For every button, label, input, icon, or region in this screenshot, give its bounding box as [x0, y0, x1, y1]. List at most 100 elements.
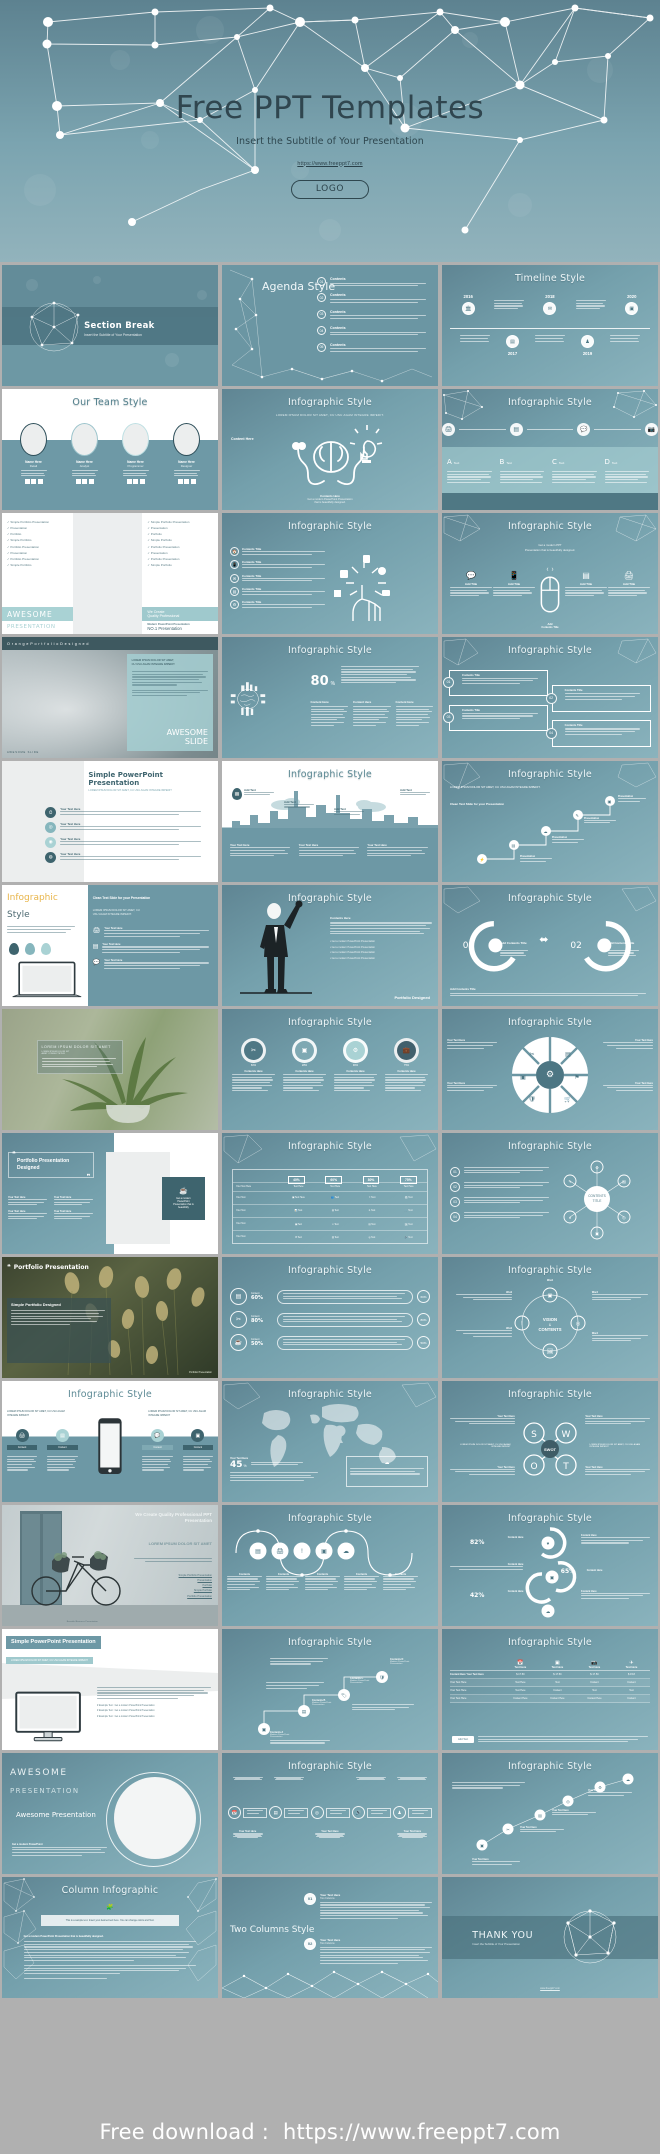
slide-title: Simple PowerPoint Presentation	[11, 1639, 96, 1646]
wave-flow-graphic: ▤ 🖨! ▣ ☁	[235, 1529, 413, 1577]
monitor-icon	[15, 1691, 81, 1741]
svg-text:▣: ▣	[480, 1843, 484, 1848]
slide-infographic-flow[interactable]: Infographic Style ▣ ▤ 🏷 🛡 Contents A Modern …	[222, 1629, 438, 1750]
col-letter: C	[552, 458, 557, 467]
slide-infographic-bars[interactable]: Infographic Style ▤ Content 60% 60% ✂ Con…	[222, 1257, 438, 1378]
slide-infographic-hand[interactable]: Infographic Style 🏠 Contents Title 📱 Con…	[222, 513, 438, 634]
slide-infographic-vision[interactable]: Infographic Style ▣ ◎ 🖼! VISION & CONTENTS…	[442, 1257, 658, 1378]
slide-infographic-network[interactable]: Infographic Style 01 02 03 04 CONTENTS T…	[442, 1133, 658, 1254]
stat-unit: %	[330, 680, 336, 687]
slide-infographic-wheel[interactable]: Infographic Style ⚙ ✂ ▤ ⚑ 🛒 🛡 ▣ Your Text He…	[442, 1009, 658, 1130]
marker-label: 03	[319, 312, 324, 317]
donut-value: 28%	[301, 1064, 308, 1068]
slide-infographic-map[interactable]: Infographic Style Your Text Here 45% ☁	[222, 1381, 438, 1502]
col-sub: Text	[558, 461, 565, 466]
tab-label[interactable]: Content	[182, 1445, 213, 1451]
col-head: Text Here	[551, 1666, 564, 1670]
tab-label[interactable]: Content	[142, 1445, 173, 1451]
slide-infographic-steps[interactable]: Infographic Style LOREM IPSUM DOLOR SIT …	[442, 761, 658, 882]
col-letter: A	[447, 458, 452, 467]
slide-subtitle: Simple Portfolio Designed	[11, 1302, 61, 1308]
stat-value: 45	[230, 1459, 243, 1470]
slide-infographic-globe[interactable]: Infographic Style 80 % Content Here Cont…	[222, 637, 438, 758]
slide-infographic-donuts[interactable]: Infographic Style ✂ 60% Contents Here ▣ …	[222, 1009, 438, 1130]
slide-infographic-arrows[interactable]: Infographic Style 📅 ▤ ◎ 🔊 ♟ Your Text He…	[222, 1753, 438, 1874]
footer-label: Free download :	[99, 2120, 269, 2144]
slide-simple-powerpoint[interactable]: Simple PowerPoint Presentation LOREM IPS…	[2, 761, 218, 882]
svg-text:O: O	[530, 1462, 537, 1472]
stat: 65%	[560, 1567, 576, 1575]
slide-infographic-compare[interactable]: Infographic Style 📅 ▣ 📷 ✈ Text Here Text…	[442, 1629, 658, 1750]
brain-bulb-graphic	[292, 425, 383, 485]
slide-title: Our Team Style	[72, 397, 148, 409]
slide-foot: Portfolio Designed	[394, 995, 430, 1000]
marker: 02	[570, 941, 582, 952]
slide-infographic-cards[interactable]: Infographic Style 01 Contents Title 02 C…	[442, 637, 658, 758]
add-text-button[interactable]: Add Text	[452, 1736, 475, 1744]
slide-timeline-style[interactable]: Timeline Style 2016 🏛 2018 ✉ 2020 ▣ ▤ 20…	[442, 265, 658, 386]
donut-value: 90%	[352, 1064, 359, 1068]
marker: 03	[443, 711, 454, 723]
slide-title: Infographic Style	[288, 1017, 372, 1029]
slide-subtitle: Insert the Subtitle of Your Presentation	[472, 1942, 520, 1947]
slide-infographic-laptop[interactable]: Infographic Style Clean Text Slide for y…	[2, 885, 218, 1006]
slide-infographic-wave[interactable]: Infographic Style ▤ 🖨! ▣ ☁ Contents Content…	[222, 1505, 438, 1626]
slide-title: THANK YOU	[472, 1930, 534, 1942]
slide-infographic-man[interactable]: Infographic Style Contents Here • Get a …	[222, 885, 438, 1006]
slide-infographic-0102[interactable]: Infographic Style 01 Add Contents Title …	[442, 885, 658, 1006]
label: Your Text Here	[634, 1081, 653, 1085]
slide-door-bicycle-photo[interactable]: We Create Quality Professional PPT Prese…	[2, 1505, 218, 1626]
year-label: 2018	[545, 294, 555, 300]
svg-text:▤: ▤	[302, 1709, 307, 1714]
svg-text:▣: ▣	[321, 1549, 327, 1555]
slide-url[interactable]: www.freeppt7.com	[442, 1987, 658, 1990]
svg-text:▤: ▤	[622, 1179, 626, 1184]
item-label: Contents	[330, 342, 346, 347]
slide-agenda-style[interactable]: Agenda Style 01 Contents 02 Contents 03 …	[222, 265, 438, 386]
bar-badge: 80%	[417, 1313, 430, 1327]
marker: 04	[545, 727, 557, 739]
slide-column-infographic[interactable]: Column Infographic 🧩 This is a sample te…	[2, 1877, 218, 1998]
slide-infographic-scatter[interactable]: Infographic Style ▣ ✂ ▤ ◎ ⚙ ☁ Your Text Here …	[442, 1753, 658, 1874]
tab-label[interactable]: Content	[7, 1445, 38, 1451]
svg-text:CONTENTS: CONTENTS	[538, 1327, 561, 1332]
slide-infographic-phone[interactable]: Infographic Style LOREM IPSUM DOLOR SIT …	[2, 1381, 218, 1502]
slide-infographic-abcd[interactable]: Infographic Style 🖨 ▤ 💬 📷 A Text B Text CT…	[442, 389, 658, 510]
svg-text:✂: ✂	[529, 1052, 534, 1058]
slide-awesome-circle[interactable]: AWESOME PRESENTATION Awesome Presentatio…	[2, 1753, 218, 1874]
radial-network-graphic: CONTENTS TITLE ⚙ ▤ ◎ ▣ ♦ ✎	[563, 1160, 631, 1240]
hero-url[interactable]: https://www.freeppt7.com	[0, 161, 660, 167]
globe-city-graphic	[230, 682, 266, 716]
svg-text:▤: ▤	[512, 843, 516, 848]
svg-text:▣: ▣	[520, 1075, 526, 1081]
slide-section-break[interactable]: Section Break Insert the Subtitle of You…	[2, 265, 218, 386]
slide-infographic-table[interactable]: Infographic Style 40% 60% 80% 75% Your T…	[222, 1133, 438, 1254]
slide-subtitle: LOREM IPSUM DOLOR SIT AMET	[148, 1541, 212, 1547]
svg-text:☁: ☁	[546, 1609, 551, 1614]
slide-infographic-swot[interactable]: Infographic Style SWOT SWOT Your Text He…	[442, 1381, 658, 1502]
col-head: Text Here	[514, 1666, 527, 1670]
slide-plant-photo[interactable]: LOREM IPSUM DOLOR SIT AMET LOREM IPSUM D…	[2, 1009, 218, 1130]
slide-awesome-presentation[interactable]: ✓ Simple Portfolio Presentation ✓ Present…	[2, 513, 218, 634]
slide-simple-monitor[interactable]: Simple PowerPoint Presentation LOREM IPS…	[2, 1629, 218, 1750]
svg-text:☁: ☁	[626, 1777, 630, 1782]
slide-title: Simple PowerPoint Presentation	[88, 770, 163, 787]
slide-portfolio-presentation[interactable]: ☕ Get a modern PowerPoint Presentation tha…	[2, 1133, 218, 1254]
member-role: Designer	[180, 463, 193, 468]
slide-thank-you[interactable]: THANK YOU Insert the Subtitle of Your Pr…	[442, 1877, 658, 1998]
slide-two-columns-style[interactable]: Two Columns Style 01 Your Text Here Two …	[222, 1877, 438, 1998]
hero-title: Free PPT Templates	[175, 90, 485, 126]
svg-text:✎: ✎	[568, 1179, 571, 1184]
smartphone-icon	[98, 1418, 122, 1475]
slide-infographic-city[interactable]: Infographic Style 🏢 Add Text Add Text Ad…	[222, 761, 438, 882]
footer-url[interactable]: https://www.freeppt7.com	[283, 2120, 561, 2144]
slide-portfolio-photo[interactable]: ❝ Portfolio Presentation Simple Portfoli…	[2, 1257, 218, 1378]
stat-value: 80	[310, 673, 329, 689]
slide-infographic-brain[interactable]: Infographic Style LOREM IPSUM DOLOR SIT …	[222, 389, 438, 510]
slide-infographic-mouse[interactable]: Infographic Style Get a modern PPT Presen…	[442, 513, 658, 634]
panel-title: Clean Text Slide for your Presentation	[92, 895, 151, 900]
slide-our-team-style[interactable]: Our Team Style Name Here Detail Name Her…	[2, 389, 218, 510]
slide-infographic-vertical[interactable]: Infographic Style Content Here 82% Conte…	[442, 1505, 658, 1626]
slide-awesome-slide-photo[interactable]: O r a n g e P o r t f o l i o D e s i g …	[2, 637, 218, 758]
tab-label[interactable]: Content	[47, 1445, 78, 1451]
